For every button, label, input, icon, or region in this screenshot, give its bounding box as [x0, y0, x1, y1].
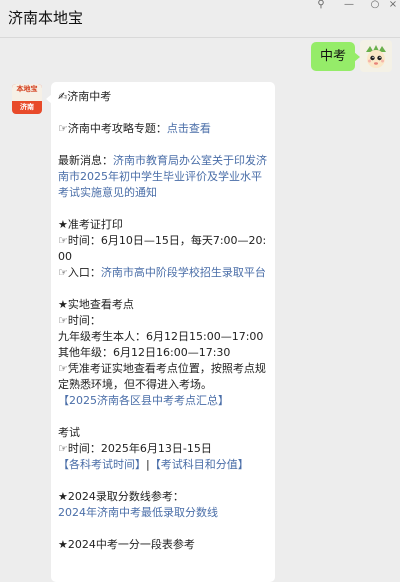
pin-icon[interactable]: ⚲: [314, 0, 328, 10]
score-link[interactable]: 2024年济南中考最低录取分数线: [58, 505, 270, 521]
exam-subjects-link[interactable]: 【考试科目和分值】: [150, 458, 249, 471]
bot-avatar[interactable]: 本地宝 济南: [12, 84, 42, 114]
bot-avatar-logo-text: 本地宝: [12, 84, 42, 101]
message-content: ✍济南中考 ☞济南中考攻略专题：点击查看 最新消息：济南市教育局办公室关于印发济…: [58, 89, 270, 553]
exam-title: 考试: [58, 426, 80, 439]
print-time: ☞时间：6月10日—15日，每天7:00—20:00: [58, 234, 267, 263]
exam-links-line: 【各科考试时间】|【考试科目和分值】: [58, 457, 270, 473]
site-note: ☞凭准考证实地查看考点位置，按照考点规定熟悉环境，但不得进入考场。: [58, 362, 266, 391]
minimize-icon[interactable]: —: [342, 0, 356, 10]
news-line: 最新消息：济南市教育局办公室关于印发济南市2025年初中学生毕业评价及学业水平考…: [58, 153, 270, 201]
header-divider: [0, 37, 400, 38]
top-bar: 济南本地宝 ⚲ — ○ ×: [0, 0, 400, 38]
news-prefix: 最新消息：: [58, 154, 113, 167]
site-link[interactable]: 【2025济南各区县中考考点汇总】: [58, 393, 270, 409]
close-icon[interactable]: ×: [386, 0, 400, 10]
print-entry-link[interactable]: 济南市高中阶段学校招生录取平台: [101, 266, 266, 279]
print-entry-prefix: ☞入口：: [58, 266, 101, 279]
site-line-1: 九年级考生本人：6月12日15:00—17:00: [58, 330, 264, 343]
chat-title: 济南本地宝: [8, 9, 84, 27]
site-title: ★实地查看考点: [58, 298, 134, 311]
print-title: ★准考证打印: [58, 218, 123, 231]
exam-time: ☞时间：2025年6月13日-15日: [58, 442, 212, 455]
bot-avatar-city: 济南: [20, 103, 34, 111]
score-title: ★2024录取分数线参考：: [58, 490, 184, 503]
avatar[interactable]: [360, 40, 392, 72]
message-heading: ✍济南中考: [58, 90, 112, 103]
topic-line: ☞济南中考攻略专题：点击查看: [58, 121, 270, 137]
user-avatar-icon: [360, 40, 392, 72]
site-time-label: ☞时间：: [58, 314, 101, 327]
exam-schedule-link[interactable]: 【各科考试时间】: [58, 458, 146, 471]
topic-link[interactable]: 点击查看: [167, 122, 211, 135]
sent-message[interactable]: 中考: [310, 42, 361, 71]
rank-title: ★2024中考一分一段表参考: [58, 538, 195, 551]
topic-prefix: ☞济南中考攻略专题：: [58, 122, 167, 135]
site-line-2: 其他年级：6月12日16:00—17:30: [58, 346, 231, 359]
more-icon[interactable]: ○: [368, 0, 382, 10]
print-entry-line: ☞入口：济南市高中阶段学校招生录取平台: [58, 265, 270, 281]
